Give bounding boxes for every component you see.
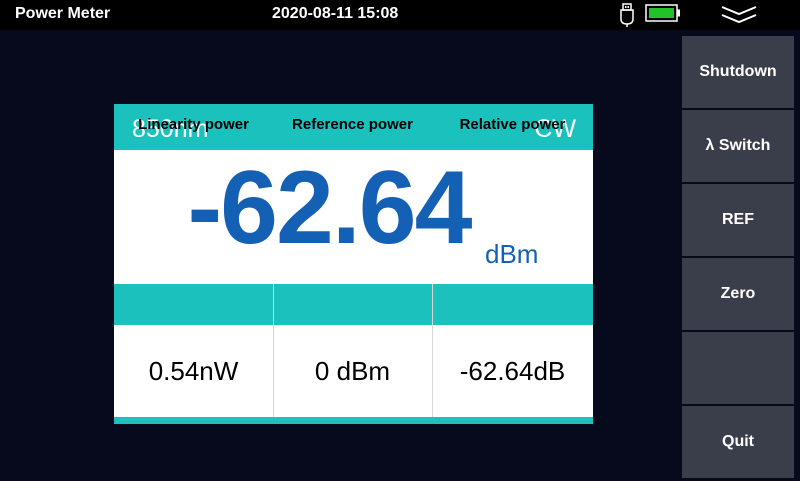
power-unit: dBm	[485, 239, 539, 269]
datetime: 2020-08-11 15:08	[272, 5, 399, 22]
relative-power-header: Relative power	[459, 116, 566, 133]
app-title: Power Meter	[15, 5, 111, 22]
panel-footer	[114, 417, 593, 424]
reference-power-header: Reference power	[292, 116, 413, 133]
wavelength-switch-button[interactable]: λ Switch	[682, 110, 794, 182]
linearity-power-value: 0.54nW	[148, 355, 239, 386]
usb-icon	[620, 3, 634, 27]
battery-icon	[645, 4, 680, 22]
column-divider	[273, 284, 274, 417]
blank-button[interactable]	[682, 332, 794, 404]
power-meter-panel: 850nm CW -62.64 dBm Linearity power Refe…	[114, 104, 593, 424]
power-reading: -62.64	[187, 150, 473, 266]
chevron-double-down-icon[interactable]	[718, 3, 760, 27]
shutdown-button[interactable]: Shutdown	[682, 36, 794, 108]
zero-button[interactable]: Zero	[682, 258, 794, 330]
quit-button[interactable]: Quit	[682, 406, 794, 478]
stats-header	[114, 284, 593, 325]
relative-power-value: -62.64dB	[459, 355, 566, 386]
reference-power-value: 0 dBm	[314, 355, 391, 386]
status-bar: Power Meter 2020-08-11 15:08	[0, 0, 800, 30]
column-divider	[432, 284, 433, 417]
linearity-power-header: Linearity power	[138, 116, 249, 133]
ref-button[interactable]: REF	[682, 184, 794, 256]
